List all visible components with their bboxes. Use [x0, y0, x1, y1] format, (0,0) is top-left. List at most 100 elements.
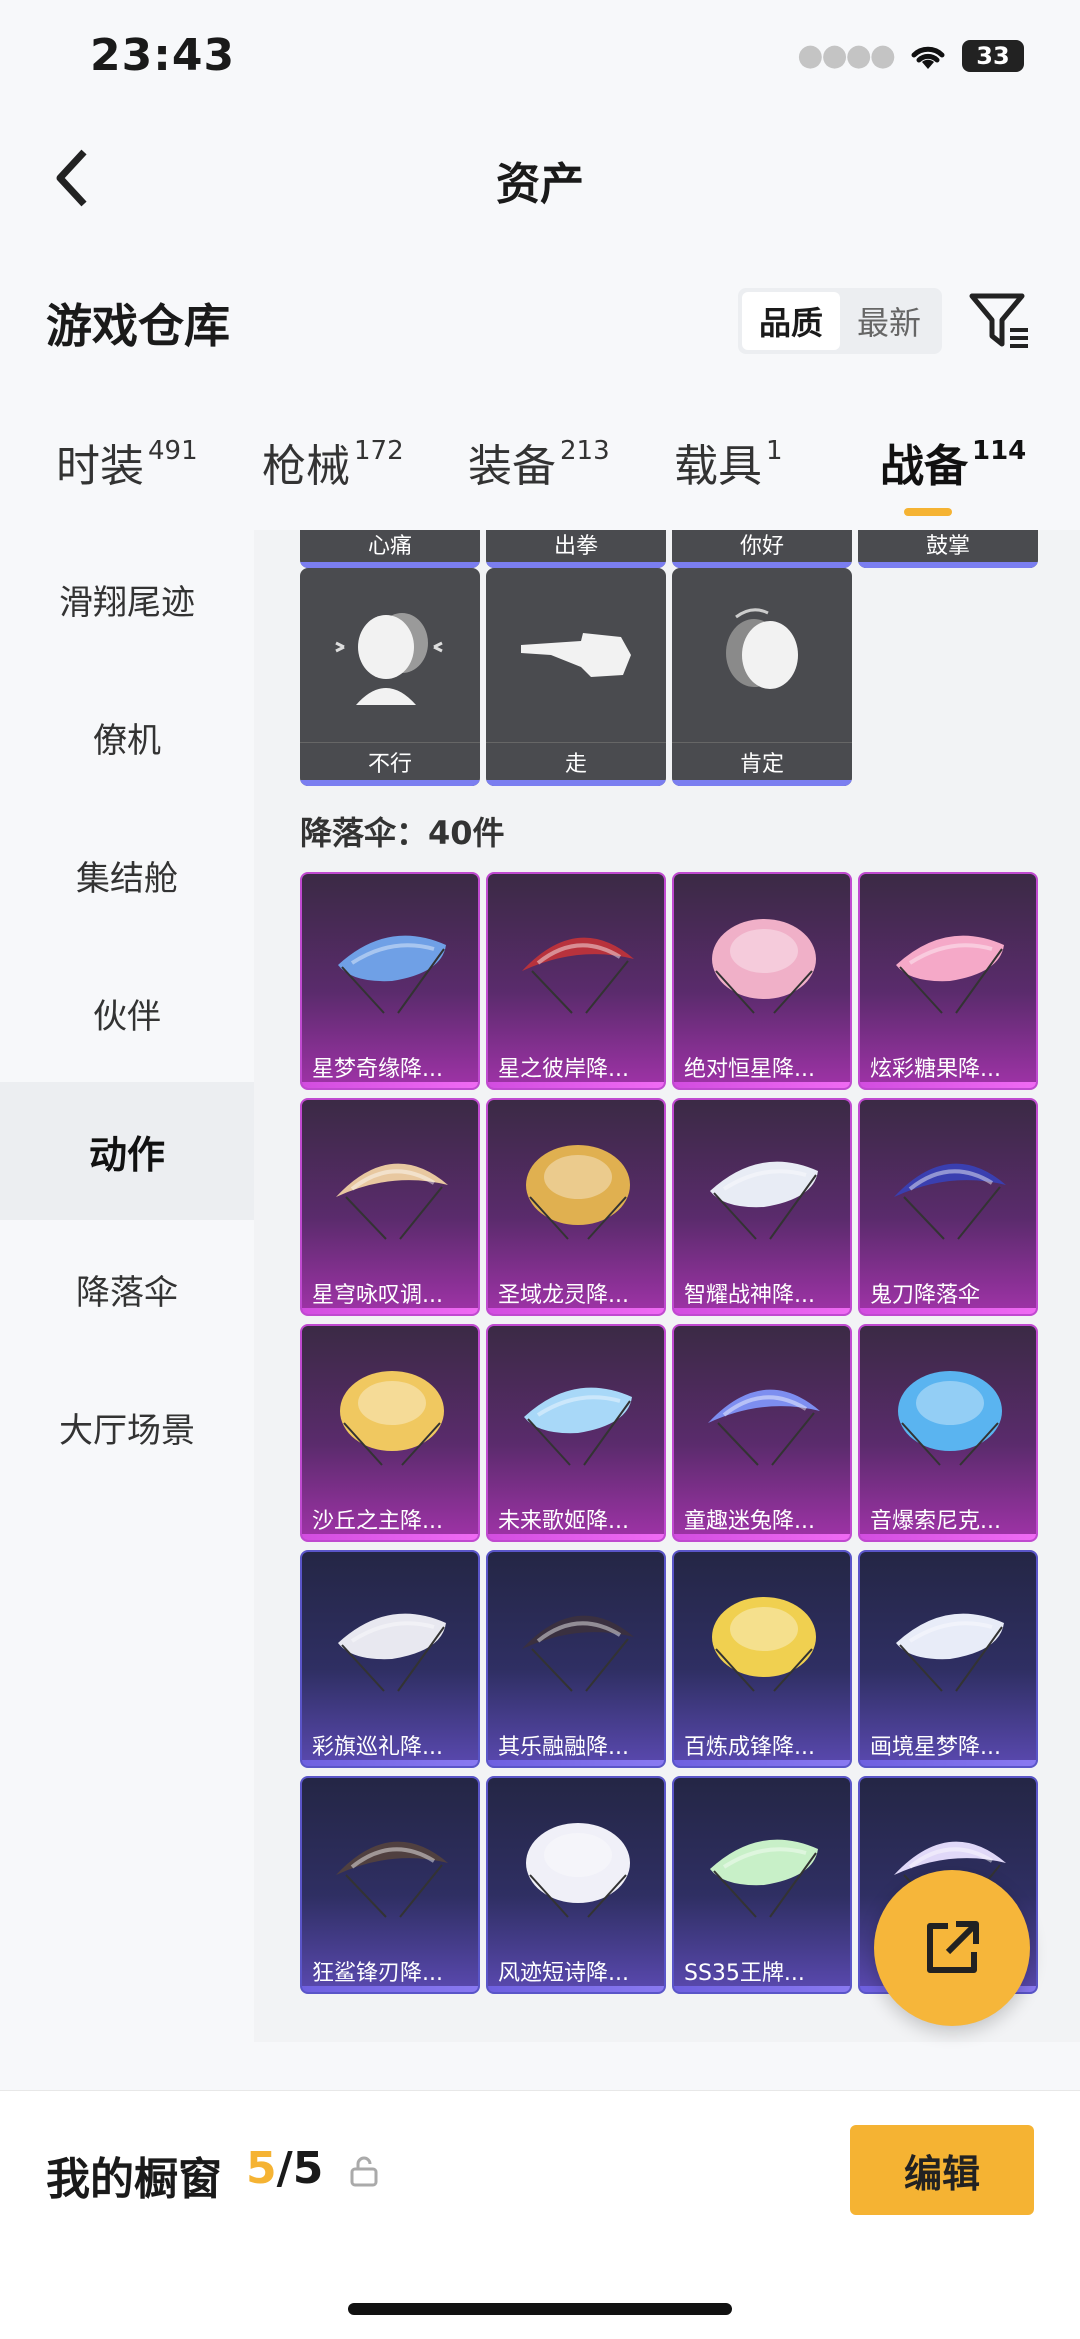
parachute-label: 炫彩糖果降... — [870, 1057, 1001, 1082]
parachute-label: 音爆索尼克... — [870, 1509, 1001, 1534]
parachute-card[interactable]: 圣域龙灵降... — [486, 1098, 666, 1316]
parachute-card[interactable]: 风迹短诗降... — [486, 1776, 666, 1994]
action-label: 出拳 — [486, 530, 666, 562]
parachute-label: SS35王牌... — [684, 1961, 805, 1986]
parachute-label: 星之彼岸降... — [498, 1057, 629, 1082]
status-time: 23:43 — [90, 30, 236, 81]
parachute-label: 童趣迷兔降... — [684, 1509, 815, 1534]
sidebar-item-rally-pod[interactable]: 集结舱 — [0, 806, 254, 944]
action-card[interactable]: 你好 — [672, 530, 852, 568]
action-label: 不行 — [300, 742, 480, 780]
signal-icon: ●●●● — [797, 38, 896, 73]
wifi-icon — [911, 46, 945, 69]
action-card[interactable]: 出拳 — [486, 530, 666, 568]
parachute-card[interactable]: SS35王牌... — [672, 1776, 852, 1994]
parachute-label: 鬼刀降落伞 — [870, 1283, 981, 1308]
external-link-icon — [927, 1921, 979, 1973]
filter-icon — [969, 293, 1028, 348]
parachute-card[interactable]: 其乐融融降... — [486, 1550, 666, 1768]
parachute-card[interactable]: 未来歌姬降... — [486, 1324, 666, 1542]
parachute-label: 星梦奇缘降... — [312, 1057, 443, 1082]
parachute-icon — [674, 1778, 850, 1952]
sidebar-item-emote[interactable]: 动作 — [0, 1082, 254, 1220]
parachute-card[interactable]: 百炼成锋降... — [672, 1550, 852, 1768]
parachute-icon — [674, 874, 850, 1048]
parachute-card[interactable]: 童趣迷兔降... — [672, 1324, 852, 1542]
parachute-icon — [302, 1552, 478, 1726]
unlock-icon[interactable] — [350, 2155, 378, 2187]
parachute-label: 智耀战神降... — [684, 1283, 815, 1308]
parachute-card[interactable]: 鬼刀降落伞 — [858, 1098, 1038, 1316]
filter-button[interactable] — [966, 288, 1032, 354]
parachute-icon — [488, 1778, 664, 1952]
action-label: 走 — [486, 742, 666, 780]
parachute-label: 星穹咏叹调... — [312, 1283, 443, 1308]
parachute-card[interactable]: 星梦奇缘降... — [300, 872, 480, 1090]
parachute-icon — [674, 1100, 850, 1274]
sidebar-item-partner[interactable]: 伙伴 — [0, 944, 254, 1082]
sort-quality-button[interactable]: 品质 — [742, 292, 840, 350]
parachute-card[interactable]: 星穹咏叹调... — [300, 1098, 480, 1316]
parachute-card[interactable]: 音爆索尼克... — [858, 1324, 1038, 1542]
parachute-icon — [302, 1778, 478, 1952]
sort-newest-button[interactable]: 最新 — [840, 292, 938, 350]
showcase-bar: 我的橱窗 5/5 编辑 — [0, 2090, 1080, 2339]
action-card[interactable]: 肯定 — [672, 568, 852, 786]
parachute-card[interactable]: 彩旗巡礼降... — [300, 1550, 480, 1768]
sidebar-item-glide-trail[interactable]: 滑翔尾迹 — [0, 530, 254, 668]
parachute-count: 降落伞：40件 — [300, 814, 505, 852]
parachute-icon — [302, 874, 478, 1048]
nav-bar: 资产 — [0, 130, 1080, 226]
parachute-label: 百炼成锋降... — [684, 1735, 815, 1760]
parachute-label: 画境星梦降... — [870, 1735, 1001, 1760]
action-card[interactable]: 不行 — [300, 568, 480, 786]
parachute-icon — [302, 1100, 478, 1274]
action-card[interactable]: 走 — [486, 568, 666, 786]
action-card[interactable]: 心痛 — [300, 530, 480, 568]
action-label: 心痛 — [300, 530, 480, 562]
edit-button[interactable]: 编辑 — [850, 2125, 1034, 2215]
action-label: 鼓掌 — [858, 530, 1038, 562]
action-label: 你好 — [672, 530, 852, 562]
sidebar-item-parachute[interactable]: 降落伞 — [0, 1220, 254, 1358]
parachute-icon — [674, 1552, 850, 1726]
parachute-label: 圣域龙灵降... — [498, 1283, 629, 1308]
pointing-hand-icon — [486, 568, 666, 742]
parachute-icon — [488, 1552, 664, 1726]
tab-vehicles[interactable]: 载具 1 — [674, 430, 783, 494]
parachute-label: 绝对恒星降... — [684, 1057, 815, 1082]
parachute-icon — [860, 1100, 1036, 1274]
tab-indicator — [904, 508, 952, 516]
parachute-label: 其乐融融降... — [498, 1735, 629, 1760]
tab-weapons[interactable]: 枪械 172 — [262, 430, 404, 494]
parachute-card[interactable]: 狂鲨锋刃降... — [300, 1776, 480, 1994]
warehouse-title: 游戏仓库 — [46, 299, 230, 353]
category-tabs: 时装 491 枪械 172 装备 213 载具 1 战备 114 — [0, 430, 1080, 530]
sidebar-item-lobby-scene[interactable]: 大厅场景 — [0, 1358, 254, 1496]
home-indicator — [348, 2303, 732, 2315]
status-bar: 23:43 ●●●● 33 — [0, 0, 1080, 120]
tab-supplies[interactable]: 战备 114 — [880, 430, 1026, 494]
showcase-count: 5/5 — [246, 2143, 324, 2194]
parachute-card[interactable]: 智耀战神降... — [672, 1098, 852, 1316]
parachute-card[interactable]: 炫彩糖果降... — [858, 872, 1038, 1090]
parachute-card[interactable]: 画境星梦降... — [858, 1550, 1038, 1768]
parachute-icon — [488, 874, 664, 1048]
parachute-icon — [860, 1552, 1036, 1726]
parachute-label: 风迹短诗降... — [498, 1961, 629, 1986]
action-card[interactable]: 鼓掌 — [858, 530, 1038, 568]
tab-gear[interactable]: 装备 213 — [468, 430, 610, 494]
share-button[interactable] — [874, 1870, 1030, 2026]
parachute-label: 彩旗巡礼降... — [312, 1735, 443, 1760]
parachute-card[interactable]: 沙丘之主降... — [300, 1324, 480, 1542]
parachute-card[interactable]: 星之彼岸降... — [486, 872, 666, 1090]
parachute-card[interactable]: 绝对恒星降... — [672, 872, 852, 1090]
page-title: 资产 — [496, 159, 584, 210]
status-icons: ●●●● 33 — [797, 38, 1024, 73]
tab-fashion[interactable]: 时装 491 — [56, 430, 198, 494]
parachute-label: 沙丘之主降... — [312, 1509, 443, 1534]
sidebar-item-wingman[interactable]: 僚机 — [0, 668, 254, 806]
battery-icon: 33 — [962, 39, 1024, 72]
parachute-icon — [674, 1326, 850, 1500]
parachute-icon — [860, 1326, 1036, 1500]
